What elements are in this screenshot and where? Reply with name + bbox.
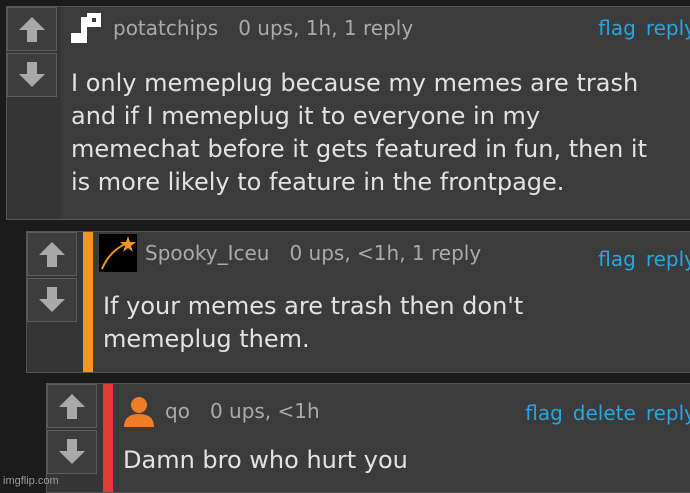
down-arrow-icon xyxy=(59,439,85,464)
comment-body: qo 0 ups, <1h flag delete reply Damn bro… xyxy=(113,384,690,492)
upvote-button[interactable] xyxy=(47,384,97,428)
vote-column xyxy=(7,7,57,219)
up-arrow-icon xyxy=(39,242,65,267)
comment-text: I only memeplug because my memes are tra… xyxy=(71,67,690,199)
flag-link[interactable]: flag xyxy=(598,247,636,271)
comment-username[interactable]: qo xyxy=(165,399,190,423)
watermark: imgflip.com xyxy=(3,475,59,487)
comment-text: If your memes are trash then don't memep… xyxy=(103,290,690,356)
comment-username[interactable]: potatchips xyxy=(113,16,218,40)
flag-link[interactable]: flag xyxy=(598,16,636,40)
reply-link[interactable]: reply xyxy=(646,16,690,40)
up-arrow-icon xyxy=(59,394,85,419)
comment-line: and if I memeplug it to everyone in my xyxy=(71,102,541,130)
comment-line: memeplug them. xyxy=(103,325,310,353)
comment-line: memechat before it gets featured in fun,… xyxy=(71,135,648,163)
reply-link[interactable]: reply xyxy=(646,247,690,271)
comment-actions: flag reply xyxy=(598,238,690,280)
comment-actions: flag delete reply xyxy=(525,392,690,434)
vote-column xyxy=(27,232,77,372)
comment-3: qo 0 ups, <1h flag delete reply Damn bro… xyxy=(46,383,690,493)
downvote-button[interactable] xyxy=(27,278,77,322)
comment-line: If your memes are trash then don't xyxy=(103,292,524,320)
accent-bar xyxy=(103,384,113,492)
down-arrow-icon xyxy=(39,287,65,312)
downvote-button[interactable] xyxy=(47,430,97,474)
comment-line: is more likely to feature in the frontpa… xyxy=(71,168,565,196)
up-arrow-icon xyxy=(19,17,45,42)
comment-1: potatchips 0 ups, 1h, 1 reply flag reply… xyxy=(6,6,690,220)
downvote-button[interactable] xyxy=(7,53,57,97)
user-silhouette-icon[interactable] xyxy=(121,393,157,429)
comment-username[interactable]: Spooky_Iceu xyxy=(145,241,269,265)
comment-meta: 0 ups, 1h, 1 reply xyxy=(238,16,414,40)
comment-2: Spooky_Iceu 0 ups, <1h, 1 reply flag rep… xyxy=(26,231,690,373)
blocky-logo-icon[interactable] xyxy=(67,9,105,47)
comment-line: Damn bro who hurt you xyxy=(123,446,408,474)
comment-text: Damn bro who hurt you xyxy=(123,444,690,477)
comment-meta: 0 ups, <1h xyxy=(209,399,320,423)
reply-link[interactable]: reply xyxy=(646,401,690,425)
comment-body: Spooky_Iceu 0 ups, <1h, 1 reply flag rep… xyxy=(93,232,690,372)
shooting-star-icon[interactable] xyxy=(99,234,137,272)
accent-bar xyxy=(83,232,93,372)
comment-body: potatchips 0 ups, 1h, 1 reply flag reply… xyxy=(61,7,690,219)
comment-header: potatchips 0 ups, 1h, 1 reply xyxy=(67,7,690,49)
comment-line: I only memeplug because my memes are tra… xyxy=(71,69,639,97)
flag-link[interactable]: flag xyxy=(525,401,563,425)
delete-link[interactable]: delete xyxy=(573,401,636,425)
upvote-button[interactable] xyxy=(27,232,77,276)
down-arrow-icon xyxy=(19,62,45,87)
comment-actions: flag reply xyxy=(598,7,690,49)
upvote-button[interactable] xyxy=(7,7,57,51)
comment-meta: 0 ups, <1h, 1 reply xyxy=(289,241,482,265)
